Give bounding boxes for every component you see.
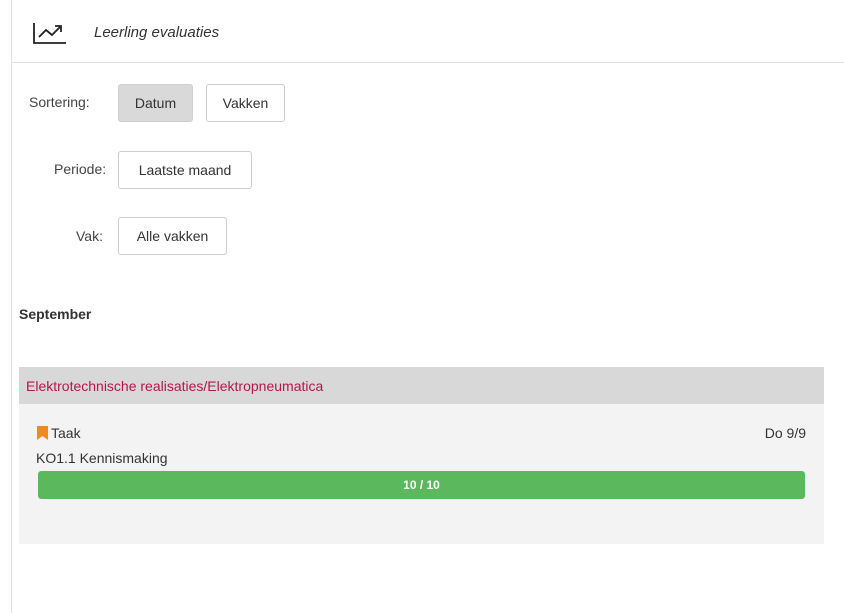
evaluation-title[interactable]: KO1.1 Kennismaking <box>36 450 168 466</box>
group-header[interactable]: Elektrotechnische realisaties/Elektropne… <box>19 367 824 404</box>
evaluation-type-label: Taak <box>51 425 81 441</box>
evaluation-date: Do 9/9 <box>764 425 806 441</box>
period-label: Periode: <box>54 161 107 177</box>
trending-up-chart-icon <box>33 23 66 44</box>
subject-dropdown-button[interactable]: Alle vakken <box>118 217 227 255</box>
month-heading: September <box>19 306 92 322</box>
score-text: 10 / 10 <box>403 478 440 492</box>
subject-label: Vak: <box>76 228 103 244</box>
page-header: Leerling evaluaties <box>12 0 844 63</box>
evaluation-type: Taak <box>37 425 81 441</box>
period-dropdown-button[interactable]: Laatste maand <box>118 151 252 189</box>
score-progress-bar: 10 / 10 <box>38 471 805 499</box>
bookmark-icon <box>37 426 48 440</box>
sort-date-button[interactable]: Datum <box>118 84 193 122</box>
sort-subjects-button[interactable]: Vakken <box>206 84 285 122</box>
left-divider <box>11 0 12 613</box>
group-title[interactable]: Elektrotechnische realisaties/Elektropne… <box>26 378 323 394</box>
evaluation-group-card: Elektrotechnische realisaties/Elektropne… <box>19 367 824 544</box>
page-title: Leerling evaluaties <box>94 24 220 41</box>
sort-label: Sortering: <box>29 94 90 110</box>
